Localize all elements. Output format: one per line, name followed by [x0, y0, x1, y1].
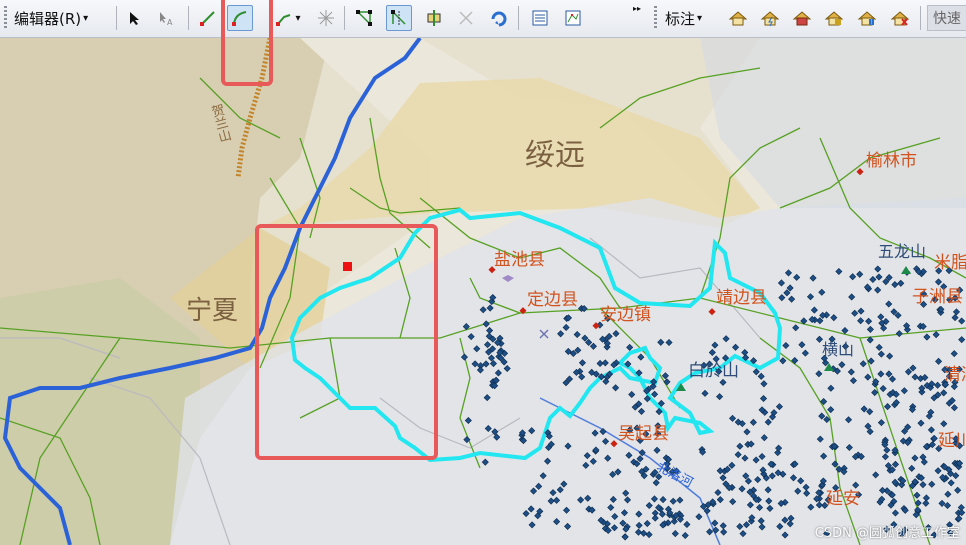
svg-text:A: A	[167, 18, 173, 26]
lock-labels-button[interactable]	[758, 5, 782, 31]
city-label-wulong: 五龙山	[878, 242, 927, 261]
city-label-mizhi: 米脂	[934, 253, 966, 273]
house-remove-icon	[890, 11, 910, 26]
watermark: CSDN @圆弧创意工作室	[814, 526, 960, 541]
view-unplaced-labels-button[interactable]	[822, 5, 846, 31]
label-menu-label: 标注	[665, 9, 696, 28]
separator	[920, 6, 921, 30]
toolbar-grip[interactable]	[654, 6, 657, 30]
city-label-yanchi: 盐池县	[494, 250, 545, 270]
quick-label-text: 快速	[933, 11, 961, 27]
toolbar-grip[interactable]	[4, 6, 7, 30]
house-lock-icon	[824, 11, 844, 26]
region-label-ningxia: 宁夏	[186, 296, 239, 326]
city-label-zizhou: 子洲县	[912, 287, 963, 307]
reshape-icon	[391, 10, 406, 25]
city-label-yanan: 延安	[826, 489, 860, 509]
label-manager-button[interactable]	[726, 5, 750, 31]
house-red-icon	[792, 11, 812, 26]
separator	[518, 6, 519, 30]
editor-menu-label: 编辑器(R)	[14, 9, 82, 28]
region-label-suiyuan: 绥远	[525, 138, 585, 173]
editor-menu-button[interactable]: 编辑器(R) ▾	[14, 5, 88, 31]
map-graphics	[0, 38, 966, 545]
cut-polygons-button[interactable]	[422, 5, 446, 31]
city-label-wuqi: 吴起县	[618, 424, 669, 444]
split-icon	[318, 10, 334, 26]
city-label-yanchuan: 延川	[938, 431, 966, 451]
clear-labels-button[interactable]	[888, 5, 912, 31]
city-label-anbian: 安边镇	[600, 305, 651, 325]
editor-toolbar: 编辑器(R) ▾ A ▾ ▸▸ 标注 ▾ 快速	[0, 0, 966, 38]
split-tool-button[interactable]	[314, 5, 338, 31]
edit-vertices-button[interactable]	[352, 5, 376, 31]
separator	[344, 6, 345, 30]
straight-segment-icon	[200, 11, 215, 26]
overflow-icon: ▸▸	[632, 4, 642, 13]
city-label-hengshan: 横山	[822, 340, 855, 359]
edit-vertices-icon	[356, 10, 372, 26]
reshape-feature-button[interactable]	[386, 5, 412, 31]
quick-label-button[interactable]: 快速	[927, 5, 966, 31]
terrain-green	[0, 278, 200, 545]
rotate-icon	[491, 11, 507, 27]
attributes-button[interactable]	[528, 5, 552, 31]
label-pause-button[interactable]	[855, 5, 879, 31]
separator	[188, 6, 189, 30]
cut-polygon-icon	[427, 10, 441, 26]
city-label-yulin: 榆林市	[866, 151, 917, 171]
highlight-tool-frame	[221, 0, 273, 86]
house-lightning-icon	[760, 11, 780, 27]
pointer-arrow-icon	[130, 12, 139, 25]
annotation-pointer-icon: A	[160, 12, 173, 26]
chevron-down-icon: ▾	[295, 12, 301, 24]
sketch-properties-button[interactable]	[561, 5, 585, 31]
attributes-table-icon	[532, 10, 548, 26]
pause-labeling-button[interactable]	[790, 5, 814, 31]
highlight-region-frame	[255, 224, 438, 460]
chevron-down-icon: ▾	[83, 12, 89, 24]
city-label-baiyu: 白於山	[688, 361, 739, 381]
construction-tools-dropdown[interactable]: ▾	[270, 5, 306, 31]
city-label-jingbian: 靖边县	[716, 288, 767, 308]
toolbar-overflow-button[interactable]: ▸▸	[630, 5, 644, 31]
separator	[116, 6, 117, 30]
map-canvas[interactable]: 绥远 宁夏 贺兰山 榆林市 盐池县 定边县 安边镇 靖边县 白於山 吴起县 北洛…	[0, 38, 966, 545]
endpoint-arc-icon	[276, 14, 291, 26]
city-label-dingbian: 定边县	[527, 290, 578, 310]
split-line-button[interactable]	[454, 5, 478, 31]
straight-segment-button[interactable]	[196, 5, 220, 31]
house-pause-icon	[857, 11, 877, 26]
city-label-qingjian: 清涧	[944, 365, 966, 385]
rotate-tool-button[interactable]	[486, 5, 510, 31]
house-label-icon	[728, 11, 748, 26]
annotation-edit-tool-button[interactable]: A	[154, 5, 178, 31]
split-line-icon	[459, 11, 473, 25]
edit-tool-button[interactable]	[122, 5, 146, 31]
sketch-properties-icon	[565, 10, 581, 26]
chevron-down-icon: ▾	[697, 12, 703, 24]
label-menu-button[interactable]: 标注 ▾	[665, 5, 702, 31]
